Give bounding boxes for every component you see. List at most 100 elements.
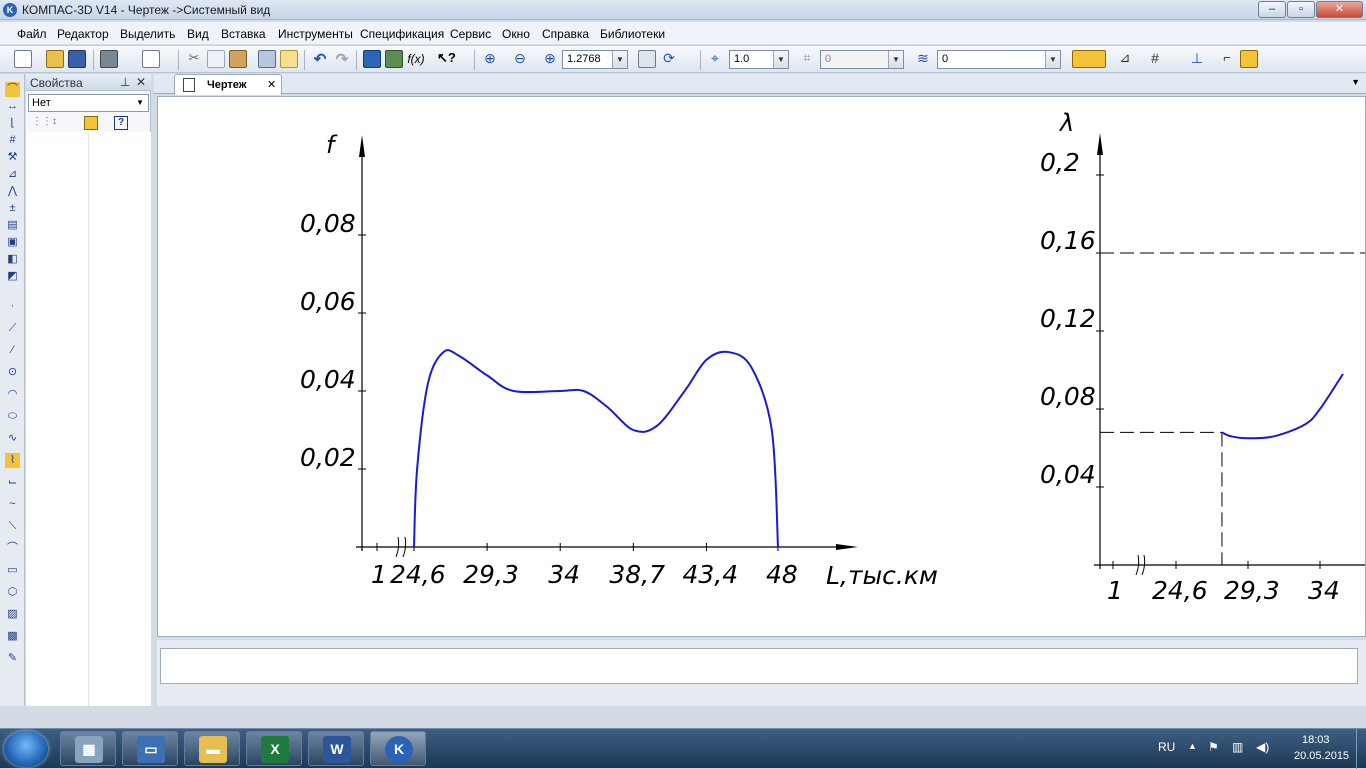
snap-step-icon[interactable]: ⌖ [706,50,724,68]
network-icon[interactable]: ▥ [1232,740,1243,754]
format-painter-icon[interactable] [258,50,276,68]
menu-specification[interactable]: Спецификация [360,27,444,41]
spec-icon[interactable]: ± [5,201,20,216]
drawing-canvas[interactable]: f L,тыс.км 0,02 0,04 0,06 0,08 1 24,6 29,3 34 38,7… [157,96,1366,637]
taskbar-kompas[interactable]: K [370,731,426,766]
help-icon[interactable]: ? [114,116,128,130]
manager-icon[interactable] [363,50,381,68]
pin-icon[interactable]: ⊥ [120,75,130,89]
language-indicator[interactable]: RU [1158,740,1175,754]
menu-file[interactable]: Файл [17,27,47,41]
ortho-icon[interactable]: ⊿ [1116,50,1134,68]
editing-icon[interactable]: # [5,133,20,148]
angle-combo[interactable]: 0 ▼ [820,50,904,69]
taskbar-explorer[interactable]: ▬ [184,731,240,766]
parametrization-icon[interactable]: ⚒ [5,150,20,165]
sort-icon[interactable]: ↕ [52,116,66,130]
chevron-down-icon[interactable]: ▼ [136,95,144,111]
zoom-combo[interactable]: 1.2768 ▼ [562,50,628,69]
taskbar-computer[interactable]: ▭ [122,731,178,766]
bezier-icon[interactable]: ⌇ [5,453,20,468]
tabs-dropdown-icon[interactable]: ▼ [1351,77,1360,87]
angle-step-icon[interactable]: ⌗ [798,50,816,68]
circle-icon[interactable]: ⊙ [5,365,20,380]
segment-icon[interactable]: ⁄ [5,343,20,358]
menu-help[interactable]: Справка [542,27,589,41]
round-icon[interactable] [1240,50,1258,68]
local-cs-icon[interactable]: ⊥ [1188,50,1206,68]
taskbar-word[interactable]: W [308,731,364,766]
print-preview-icon[interactable] [142,50,160,68]
clock-date[interactable]: 20.05.2015 [1294,750,1349,762]
tab-close-icon[interactable]: ✕ [267,78,276,91]
zoom-in-icon[interactable]: ⊕ [541,50,559,68]
menu-window[interactable]: Окно [502,27,530,41]
open-folder-icon[interactable] [46,50,64,68]
taskbar-calculator[interactable]: ▦ [60,731,116,766]
minimize-button[interactable]: – [1258,1,1286,18]
close-button[interactable]: ✕ [1316,1,1363,18]
menu-editor[interactable]: Редактор [57,27,109,41]
save-icon[interactable] [68,50,86,68]
clock-time[interactable]: 18:03 [1302,734,1330,746]
views-icon[interactable]: ◩ [5,269,20,284]
zoom-dynamic-icon[interactable]: ⊖ [511,50,529,68]
command-line[interactable] [160,648,1358,684]
polygon-icon[interactable]: ⬡ [5,585,20,600]
arc-icon[interactable]: ◠ [5,387,20,402]
show-desktop-button[interactable] [1356,729,1366,769]
chevron-down-icon[interactable]: ▼ [1045,51,1060,68]
select-icon[interactable]: ⋀ [5,184,20,199]
auxiliary-line-icon[interactable]: ⟋ [5,321,20,336]
menu-service[interactable]: Сервис [450,27,491,41]
layer-combo[interactable]: 0 ▼ [937,50,1061,69]
dimensions-icon[interactable]: ↔ [5,99,20,114]
tray-expand-icon[interactable]: ▲ [1188,741,1197,751]
panel-close-icon[interactable]: ✕ [136,75,146,89]
variables-fx-icon[interactable]: f(x) [407,50,425,68]
flag-icon[interactable]: ⚑ [1208,740,1219,754]
menu-select[interactable]: Выделить [120,27,175,41]
maximize-button[interactable]: ▫ [1287,1,1315,18]
rectangle-icon[interactable]: ▭ [5,563,20,578]
help-cursor-icon[interactable]: ↖? [437,50,456,68]
grid-icon[interactable]: # [1146,50,1164,68]
paste-icon[interactable] [229,50,247,68]
fill-icon[interactable]: ▩ [5,629,20,644]
new-document-icon[interactable] [14,50,32,68]
object-props-icon[interactable] [84,116,98,130]
step-combo[interactable]: 1.0 ▼ [729,50,789,69]
polyline-icon[interactable]: ⌙ [5,475,20,490]
ellipse-icon[interactable]: ⬭ [5,409,20,424]
fragments-icon[interactable]: ◧ [5,252,20,267]
ortho-mode-icon[interactable]: ⌐ [1218,50,1236,68]
redo-icon[interactable]: ↷ [333,50,351,68]
copy-icon[interactable] [207,50,225,68]
kompas-app-icon[interactable]: K [3,3,17,17]
measure-icon[interactable]: ⊿ [5,167,20,182]
layers-icon[interactable]: ≋ [914,50,932,68]
cut-icon[interactable]: ✂ [185,50,203,68]
menu-insert[interactable]: Вставка [221,27,266,41]
menu-libraries[interactable]: Библиотеки [600,27,665,41]
nurbs-icon[interactable]: ~ [5,497,20,512]
zoom-window-icon[interactable]: ⊕ [481,50,499,68]
geometry-icon[interactable]: ⌒ [5,82,20,97]
list-view-icon[interactable]: ⋮⋮ [32,116,52,130]
chevron-down-icon[interactable]: ▼ [888,51,903,68]
point-icon[interactable]: · [5,299,20,314]
undo-icon[interactable]: ↶ [311,50,329,68]
taskbar-excel[interactable]: X [246,731,302,766]
spline-icon[interactable]: ∿ [5,431,20,446]
print-icon[interactable] [100,50,118,68]
library-manager-icon[interactable] [385,50,403,68]
snap-magnet-icon[interactable] [1072,50,1106,68]
pan-icon[interactable] [638,50,656,68]
insert-icon[interactable]: ▣ [5,235,20,250]
hatch-icon[interactable]: ▨ [5,607,20,622]
start-button[interactable] [4,731,48,767]
refresh-icon[interactable]: ⟳ [660,50,678,68]
chevron-down-icon[interactable]: ▼ [773,51,788,68]
properties-toggle-icon[interactable] [280,50,298,68]
selection-combo[interactable]: Нет ▼ [28,94,149,112]
